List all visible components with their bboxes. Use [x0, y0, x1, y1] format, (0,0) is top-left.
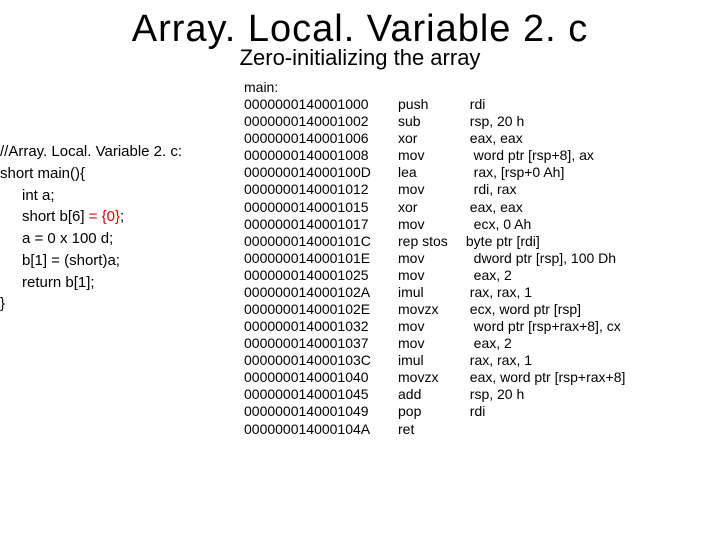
asm-mnemonic: mov: [398, 147, 462, 164]
asm-row: 0000000140001006xor eax, eax: [244, 130, 720, 147]
asm-address: 0000000140001017: [244, 216, 398, 233]
asm-address: 0000000140001040: [244, 369, 398, 386]
source-text: ;: [120, 208, 124, 225]
asm-operands: rdi, rax: [462, 181, 516, 198]
asm-row: 000000014000100Dlea rax, [rsp+0 Ah]: [244, 164, 720, 181]
source-line: short main(){: [0, 163, 210, 185]
asm-mnemonic: ret: [398, 421, 462, 438]
asm-operands: eax, word ptr [rsp+rax+8]: [462, 369, 625, 386]
asm-operands: word ptr [rsp+8], ax: [462, 147, 594, 164]
asm-mnemonic: mov: [398, 335, 462, 352]
asm-mnemonic: mov: [398, 181, 462, 198]
asm-mnemonic: imul: [398, 352, 462, 369]
source-line: a = 0 x 100 d;: [0, 228, 210, 250]
asm-address: 0000000140001045: [244, 386, 398, 403]
asm-row: 0000000140001015xor eax, eax: [244, 199, 720, 216]
asm-address: 0000000140001032: [244, 318, 398, 335]
asm-row: 0000000140001025mov eax, 2: [244, 267, 720, 284]
asm-row: 000000014000101Crep stos byte ptr [rdi]: [244, 233, 720, 250]
asm-row: 0000000140001000push rdi: [244, 96, 720, 113]
source-code-panel: //Array. Local. Variable 2. c:short main…: [0, 79, 210, 315]
asm-mnemonic: movzx: [398, 369, 462, 386]
asm-address: 0000000140001012: [244, 181, 398, 198]
source-line: short b[6] = {0};: [0, 206, 210, 228]
asm-address: 000000014000101C: [244, 233, 398, 250]
asm-operands: rsp, 20 h: [462, 113, 524, 130]
asm-address: 0000000140001008: [244, 147, 398, 164]
asm-operands: ecx, 0 Ah: [462, 216, 531, 233]
source-line: }: [0, 293, 210, 315]
asm-row: 000000014000102Aimul rax, rax, 1: [244, 284, 720, 301]
asm-address: 000000014000100D: [244, 164, 398, 181]
asm-mnemonic: movzx: [398, 301, 462, 318]
asm-row: 000000014000104Aret: [244, 421, 720, 438]
asm-row: 0000000140001045add rsp, 20 h: [244, 386, 720, 403]
asm-row: 000000014000103Cimul rax, rax, 1: [244, 352, 720, 369]
asm-operands: dword ptr [rsp], 100 Dh: [462, 250, 616, 267]
asm-mnemonic: mov: [398, 267, 462, 284]
asm-mnemonic: add: [398, 386, 462, 403]
asm-operands: eax, eax: [462, 130, 523, 147]
asm-mnemonic: xor: [398, 199, 462, 216]
source-line: //Array. Local. Variable 2. c:: [0, 141, 210, 163]
asm-operands: rax, [rsp+0 Ah]: [462, 164, 564, 181]
asm-address: 000000014000102A: [244, 284, 398, 301]
asm-row: 0000000140001049pop rdi: [244, 403, 720, 420]
asm-address: 0000000140001002: [244, 113, 398, 130]
asm-mnemonic: lea: [398, 164, 462, 181]
asm-mnemonic: rep stos: [398, 233, 462, 250]
asm-row: 000000014000102Emovzx ecx, word ptr [rsp…: [244, 301, 720, 318]
asm-address: 000000014000104A: [244, 421, 398, 438]
highlighted-init: = {0}: [85, 208, 120, 225]
asm-mnemonic: pop: [398, 403, 462, 420]
asm-row: 000000014000101Emov dword ptr [rsp], 100…: [244, 250, 720, 267]
asm-operands: eax, eax: [462, 199, 523, 216]
asm-address: 0000000140001037: [244, 335, 398, 352]
asm-row: 0000000140001012mov rdi, rax: [244, 181, 720, 198]
asm-operands: byte ptr [rdi]: [462, 233, 540, 250]
asm-operands: rdi: [462, 96, 485, 113]
asm-row: 0000000140001002sub rsp, 20 h: [244, 113, 720, 130]
asm-operands: rax, rax, 1: [462, 284, 532, 301]
disassembly-panel: main:0000000140001000push rdi00000001400…: [210, 79, 720, 438]
asm-address: 000000014000103C: [244, 352, 398, 369]
asm-operands: eax, 2: [462, 267, 512, 284]
asm-mnemonic: mov: [398, 318, 462, 335]
asm-mnemonic: imul: [398, 284, 462, 301]
asm-address: 0000000140001049: [244, 403, 398, 420]
asm-row: 0000000140001037mov eax, 2: [244, 335, 720, 352]
asm-row: 0000000140001017mov ecx, 0 Ah: [244, 216, 720, 233]
asm-operands: rax, rax, 1: [462, 352, 532, 369]
asm-address: 0000000140001006: [244, 130, 398, 147]
asm-address: 0000000140001025: [244, 267, 398, 284]
source-text: short b[6]: [22, 208, 85, 225]
asm-mnemonic: sub: [398, 113, 462, 130]
source-line: b[1] = (short)a;: [0, 250, 210, 272]
source-line: int a;: [0, 185, 210, 207]
asm-operands: ecx, word ptr [rsp]: [462, 301, 581, 318]
asm-row: 0000000140001040movzx eax, word ptr [rsp…: [244, 369, 720, 386]
asm-operands: rdi: [462, 403, 485, 420]
asm-operands: word ptr [rsp+rax+8], cx: [462, 318, 621, 335]
asm-operands: rsp, 20 h: [462, 386, 524, 403]
content-columns: //Array. Local. Variable 2. c:short main…: [0, 79, 720, 438]
slide-subtitle: Zero-initializing the array: [0, 45, 720, 71]
asm-mnemonic: push: [398, 96, 462, 113]
asm-label: main:: [244, 79, 720, 96]
asm-mnemonic: xor: [398, 130, 462, 147]
source-line: return b[1];: [0, 272, 210, 294]
asm-mnemonic: mov: [398, 250, 462, 267]
asm-address: 0000000140001000: [244, 96, 398, 113]
asm-row: 0000000140001032mov word ptr [rsp+rax+8]…: [244, 318, 720, 335]
asm-address: 000000014000101E: [244, 250, 398, 267]
asm-address: 000000014000102E: [244, 301, 398, 318]
asm-operands: eax, 2: [462, 335, 512, 352]
asm-row: 0000000140001008mov word ptr [rsp+8], ax: [244, 147, 720, 164]
asm-address: 0000000140001015: [244, 199, 398, 216]
asm-mnemonic: mov: [398, 216, 462, 233]
